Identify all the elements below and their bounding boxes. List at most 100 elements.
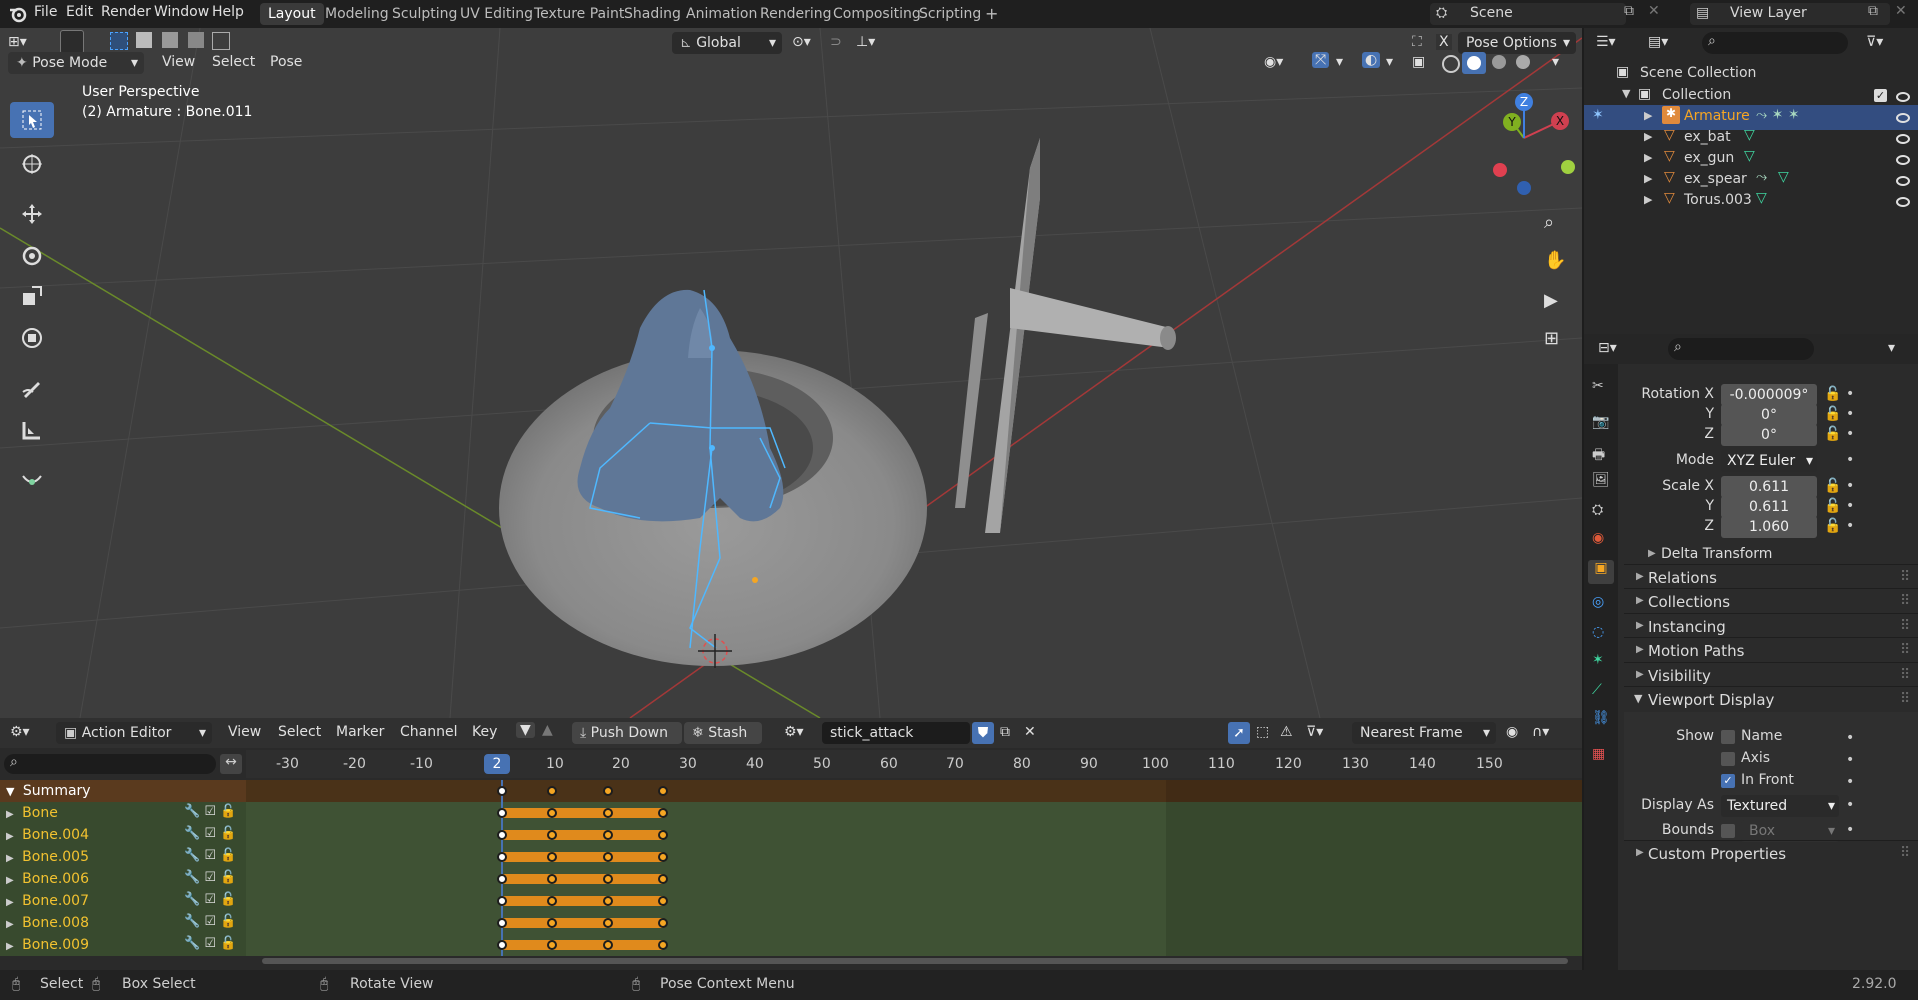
- collections-panel-header[interactable]: ▶ Collections ⠿: [1624, 588, 1918, 615]
- outliner-filter-icon[interactable]: ⊽▾: [1866, 34, 1883, 50]
- select-intersect-icon[interactable]: [212, 32, 230, 50]
- keyframe[interactable]: [546, 896, 557, 906]
- overlays-dropdown-icon[interactable]: ▾: [1386, 54, 1393, 70]
- keyframe[interactable]: [658, 940, 669, 950]
- modifier-wrench-icon[interactable]: 🔧 ☑ 🔓: [184, 892, 236, 907]
- physics-tab-icon[interactable]: ◌: [1592, 624, 1604, 640]
- channel-expand-icon[interactable]: ▶: [0, 941, 14, 952]
- scale-tool-button[interactable]: [10, 278, 54, 314]
- drag-handle-icon[interactable]: ⠿: [1900, 593, 1910, 609]
- rotation-z-field[interactable]: 0°: [1721, 424, 1817, 446]
- snap-icon[interactable]: ⊃: [830, 34, 842, 50]
- camera-view-icon[interactable]: ▶: [1544, 290, 1558, 311]
- transform-orientation-dropdown[interactable]: ⊾ Global ▾: [672, 32, 782, 54]
- material-shading-icon[interactable]: [1492, 55, 1506, 69]
- shading-mode-group[interactable]: [1438, 52, 1544, 74]
- keyframe[interactable]: [658, 874, 669, 884]
- bounds-checkbox[interactable]: [1721, 824, 1735, 838]
- frame-ruler[interactable]: -30 -20 -10 10 20 30 40 50 60 70 80 90 1…: [246, 750, 1582, 778]
- select-invert-icon[interactable]: [188, 32, 204, 48]
- lock-icon[interactable]: 🔓: [1824, 478, 1841, 494]
- measure-tool-button[interactable]: [10, 412, 54, 448]
- delta-transform-expand-icon[interactable]: ▶: [1648, 548, 1656, 559]
- mode-dropdown[interactable]: ✦ Pose Mode ▾: [8, 52, 144, 74]
- new-scene-icon[interactable]: ⧉: [1624, 3, 1634, 19]
- menu-edit[interactable]: Edit: [66, 4, 93, 20]
- world-tab-icon[interactable]: ◉: [1592, 530, 1604, 546]
- tool-tab-icon[interactable]: ✂: [1592, 378, 1604, 394]
- menu-render[interactable]: Render: [101, 4, 151, 20]
- properties-search-input[interactable]: ⌕: [1668, 338, 1814, 360]
- pivot-point-icon[interactable]: ⊙▾: [792, 34, 811, 50]
- keyframe-dot-icon[interactable]: •: [1846, 426, 1854, 442]
- keyframe[interactable]: [602, 852, 613, 862]
- cursor-tool-button[interactable]: [10, 146, 54, 182]
- menu-window[interactable]: Window: [154, 4, 209, 20]
- move-tool-button[interactable]: [10, 196, 54, 232]
- lock-icon[interactable]: 🔓: [1824, 426, 1841, 442]
- outliner-item-torus[interactable]: ▶ ▽ Torus.003 ▽: [1584, 189, 1918, 214]
- summary-channel[interactable]: ▼ Summary: [0, 780, 246, 802]
- ex-spear-eye-icon[interactable]: [1896, 176, 1910, 186]
- scale-z-field[interactable]: 1.060: [1721, 516, 1817, 538]
- gizmo-dropdown-icon[interactable]: ▾: [1336, 54, 1343, 70]
- render-tab-icon[interactable]: 📷: [1592, 414, 1609, 430]
- modifier-wrench-icon[interactable]: 🔧 ☑ 🔓: [184, 848, 236, 863]
- keyframe[interactable]: [496, 830, 507, 840]
- layer-down-icon[interactable]: ▼: [516, 722, 535, 738]
- pan-hand-icon[interactable]: ✋: [1544, 250, 1566, 271]
- delete-view-layer-icon[interactable]: ✕: [1895, 3, 1907, 19]
- lock-icon[interactable]: 🔓: [1824, 406, 1841, 422]
- armature-eye-icon[interactable]: [1896, 113, 1910, 123]
- drag-handle-icon[interactable]: ⠿: [1900, 667, 1910, 683]
- ex-bat-expand-icon[interactable]: ▶: [1644, 130, 1652, 143]
- keyframe[interactable]: [496, 874, 507, 884]
- constraints-tab-icon[interactable]: ⛓: [1592, 710, 1610, 726]
- transform-affect-icon[interactable]: ⛶: [1412, 34, 1422, 50]
- expand-channels-icon[interactable]: ↔: [220, 754, 242, 774]
- proportional-edit-icon[interactable]: ◉: [1506, 724, 1518, 740]
- scene-selector[interactable]: ⛭ Scene: [1430, 3, 1626, 25]
- x-mirror-toggle[interactable]: X: [1436, 34, 1452, 50]
- torus-expand-icon[interactable]: ▶: [1644, 193, 1652, 206]
- collection-eye-icon[interactable]: [1896, 92, 1910, 102]
- modifier-wrench-icon[interactable]: 🔧 ☑ 🔓: [184, 936, 236, 951]
- select-mode-icons[interactable]: [106, 32, 230, 50]
- select-box-tool-button[interactable]: [10, 102, 54, 138]
- show-hidden-icon[interactable]: ⬚: [1256, 724, 1269, 740]
- rotation-x-field[interactable]: -0.000009°: [1721, 384, 1817, 406]
- summary-collapse-icon[interactable]: ▼: [0, 785, 14, 798]
- keyframe[interactable]: [602, 830, 613, 840]
- collection-checkbox[interactable]: ✓: [1874, 89, 1887, 102]
- bone-envelope-tool-button[interactable]: [10, 460, 54, 496]
- annotate-tool-button[interactable]: [10, 370, 54, 406]
- select-new-icon[interactable]: [110, 32, 128, 50]
- keyframe[interactable]: [658, 830, 669, 840]
- keyframe[interactable]: [496, 852, 507, 862]
- keyframe-dot-icon[interactable]: •: [1846, 774, 1854, 790]
- keyframe[interactable]: [602, 918, 613, 928]
- output-tab-icon[interactable]: 🖶: [1592, 444, 1605, 468]
- action-menu-view[interactable]: View: [228, 724, 261, 740]
- keyframe[interactable]: [496, 940, 507, 950]
- channel-search-input[interactable]: ⌕: [4, 754, 216, 774]
- keyframe[interactable]: [546, 918, 557, 928]
- display-as-dropdown[interactable]: Textured ▾: [1721, 795, 1839, 817]
- filters-icon[interactable]: ⊽▾: [1306, 724, 1323, 740]
- channel-expand-icon[interactable]: ▶: [0, 853, 14, 864]
- overlays-toggle-icon[interactable]: ◐: [1362, 52, 1381, 68]
- new-view-layer-icon[interactable]: ⧉: [1868, 3, 1878, 19]
- action-menu-select[interactable]: Select: [278, 724, 321, 740]
- keyframe-dot-icon[interactable]: •: [1846, 406, 1854, 422]
- keyframe[interactable]: [658, 786, 669, 796]
- outliner-display-mode-icon[interactable]: ▤▾: [1648, 34, 1668, 50]
- custom-properties-panel-header[interactable]: ▶ Custom Properties ⠿: [1624, 840, 1918, 867]
- viewport-display-panel-header[interactable]: ▼ Viewport Display ⠿: [1624, 686, 1918, 713]
- stash-button[interactable]: ❄ Stash: [684, 722, 762, 744]
- action-menu-marker[interactable]: Marker: [336, 724, 384, 740]
- layer-up-icon[interactable]: ▲: [542, 722, 553, 738]
- horizontal-scrollbar[interactable]: [262, 958, 1568, 964]
- ex-bat-eye-icon[interactable]: [1896, 134, 1910, 144]
- keyframe[interactable]: [546, 786, 557, 796]
- drag-handle-icon[interactable]: ⠿: [1900, 845, 1910, 861]
